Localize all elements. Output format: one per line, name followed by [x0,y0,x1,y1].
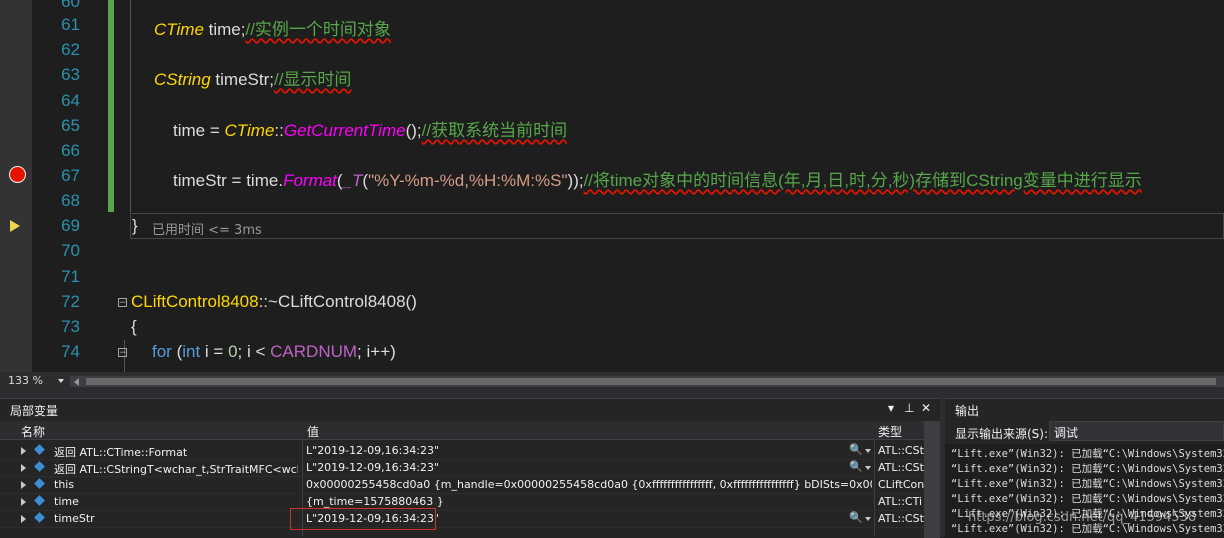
var-name: this [54,478,75,491]
zoom-level[interactable]: 133 % [8,374,43,387]
var-name: 返回 ATL::CTime::Format [54,446,188,459]
variable-icon [34,478,45,489]
output-source-value: 调试 [1054,426,1079,440]
indent-guide [130,0,131,212]
line-number: 70 [61,241,80,260]
var-type: ATL::CTi [878,495,923,508]
output-line: “Lift.exe”(Win32): 已加载“C:\Windows\System… [951,493,1224,505]
visualizer-dropdown-icon[interactable] [865,449,871,453]
variable-icon [34,512,45,523]
closing-brace[interactable]: } [132,216,138,236]
scrollbar-thumb[interactable] [86,378,1216,385]
expand-icon[interactable] [21,464,26,472]
table-row[interactable]: time {m_time=1575880463 } ATL::CTi [0,493,940,511]
code-editor[interactable]: 60 61 62 63 64 65 66 67 68 69 70 71 72 7… [0,0,1224,372]
var-value[interactable]: L"2019-12-09,16:34:23" [306,461,846,474]
var-name: timeStr [54,512,95,525]
var-name: 返回 ATL::CStringT<wchar_t,StrTraitMFC<wch… [54,463,298,476]
line-number: 67 [61,166,80,185]
expand-icon[interactable] [21,481,26,489]
line-number: 65 [61,116,80,135]
table-row[interactable]: 返回 ATL::CTime::Format L"2019-12-09,16:34… [0,442,940,460]
table-row[interactable]: timeStr L"2019-12-09,16:34:23" 🔍 ATL::CS… [0,510,940,528]
breakpoint-icon[interactable] [9,166,26,183]
table-row[interactable]: 返回 ATL::CStringT<wchar_t,StrTraitMFC<wch… [0,459,940,477]
horizontal-scrollbar[interactable] [70,376,1224,387]
column-value[interactable]: 值 [307,423,319,440]
zoom-dropdown-icon[interactable] [58,379,64,383]
line-number: 62 [61,40,80,59]
expand-icon[interactable] [21,515,26,523]
watermark: https://blog.csdn.net/qq_41594538 [968,510,1197,525]
visualizer-search-icon[interactable]: 🔍 [849,460,863,473]
code-line-72[interactable]: CLiftControl8408::~CLiftControl8408() [131,292,417,312]
column-name[interactable]: 名称 [21,423,45,440]
var-value[interactable]: {m_time=1575880463 } [306,495,846,508]
line-number: 63 [61,65,80,84]
expand-icon[interactable] [21,498,26,506]
column-type[interactable]: 类型 [878,423,902,440]
var-type: CLiftCon [878,478,924,491]
highlight-annotation [290,508,436,530]
var-type: ATL::CSt [878,444,924,457]
output-source-label: 显示输出来源(S): [955,427,1049,441]
variable-icon [34,444,45,455]
var-type: ATL::CSt [878,512,924,525]
expand-icon[interactable] [21,447,26,455]
line-number: 68 [61,191,80,210]
open-brace[interactable]: { [131,317,137,337]
output-line: “Lift.exe”(Win32): 已加载“C:\Windows\System… [951,448,1224,460]
close-icon[interactable]: ✕ [921,401,931,415]
variable-icon [34,495,45,506]
line-number: 66 [61,141,80,160]
code-line-74[interactable]: for (int i = 0; i < CARDNUM; i++) [152,342,396,362]
line-number: 69 [61,216,80,235]
visualizer-search-icon[interactable]: 🔍 [849,511,863,524]
var-value[interactable]: 0x00000255458cd0a0 {m_handle=0x000002554… [306,478,872,491]
visualizer-search-icon[interactable]: 🔍 [849,443,863,456]
visualizer-dropdown-icon[interactable] [865,466,871,470]
vertical-scrollbar[interactable] [924,421,940,538]
visualizer-dropdown-icon[interactable] [865,517,871,521]
line-number: 74 [61,342,80,361]
line-number: 72 [61,292,80,311]
table-row[interactable]: this 0x00000255458cd0a0 {m_handle=0x0000… [0,476,940,494]
breakpoint-gutter[interactable] [0,0,32,372]
line-number: 61 [61,15,80,34]
output-title: 输出 [955,404,980,418]
variable-icon [34,461,45,472]
locals-title: 局部变量 [10,404,59,418]
var-name: time [54,495,79,508]
locals-column-header: 名称 值 类型 [0,421,940,440]
output-line: “Lift.exe”(Win32): 已加载“C:\Windows\System… [951,463,1224,475]
panel-splitter[interactable] [0,391,1224,398]
current-statement-arrow-icon [10,220,20,232]
change-tracking-bar [108,0,114,212]
output-line: “Lift.exe”(Win32): 已加载“C:\Windows\System… [951,478,1224,490]
pin-icon[interactable]: ⊥ [904,401,914,415]
var-type: ATL::CSt [878,461,924,474]
code-line-61[interactable]: CTime time;//实例一个时间对象 [154,15,391,40]
perf-tip[interactable]: 已用时间 <= 3ms [152,219,262,238]
line-number: 73 [61,317,80,336]
line-number: 60 [61,0,80,11]
collapse-icon[interactable]: − [118,348,127,358]
code-line-65[interactable]: time = CTime::GetCurrentTime();//获取系统当前时… [173,116,567,141]
line-number: 71 [61,267,80,286]
current-line-highlight [130,213,1224,239]
code-line-63[interactable]: CString timeStr;//显示时间 [154,65,351,90]
locals-panel: 局部变量 ▾ ⊥ ✕ 名称 值 类型 返回 ATL::CTime::Format… [0,398,940,538]
collapse-icon[interactable]: − [118,298,127,308]
output-source-select[interactable]: 调试 [1049,421,1224,441]
window-position-icon[interactable]: ▾ [888,401,894,415]
scroll-left-icon[interactable] [74,378,79,386]
code-line-67[interactable]: timeStr = time.Format(_T("%Y-%m-%d,%H:%M… [173,166,1142,191]
editor-status-row: 133 % [0,372,1224,391]
var-value[interactable]: L"2019-12-09,16:34:23" [306,444,846,457]
line-number: 64 [61,91,80,110]
